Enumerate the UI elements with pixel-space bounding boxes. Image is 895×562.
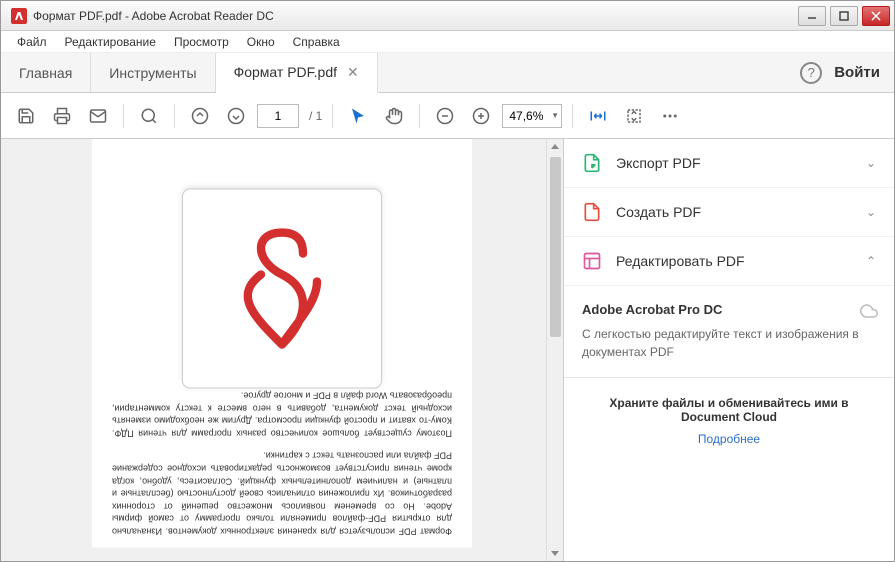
tab-document[interactable]: Формат PDF.pdf ✕ [216,53,378,93]
document-paragraph: Поэтому существует большое количество ра… [112,389,452,439]
zoom-out-icon[interactable] [430,101,460,131]
chevron-down-icon: ⌄ [866,205,876,219]
menu-edit[interactable]: Редактирование [57,33,164,51]
print-icon[interactable] [47,101,77,131]
content-area: Формат PDF используется для хранения эле… [1,139,894,561]
page-down-icon[interactable] [221,101,251,131]
panel-edit-pdf[interactable]: Редактировать PDF ⌃ [564,237,894,286]
page-number-input[interactable] [257,104,299,128]
help-icon[interactable]: ? [800,62,822,84]
menu-view[interactable]: Просмотр [166,33,237,51]
export-pdf-icon [582,153,602,173]
page-up-icon[interactable] [185,101,215,131]
pro-title: Adobe Acrobat Pro DC [582,302,876,317]
document-paragraph: Формат PDF используется для хранения эле… [112,449,452,537]
cloud-icon [860,302,878,320]
document-page: Формат PDF используется для хранения эле… [92,139,472,548]
zoom-select[interactable]: 47,6% [502,104,562,128]
tab-home-label: Главная [19,65,72,81]
pro-description: С легкостью редактируйте текст и изображ… [582,325,876,361]
fit-page-icon[interactable] [619,101,649,131]
zoom-value: 47,6% [509,109,543,123]
window-titlebar: Формат PDF.pdf - Adobe Acrobat Reader DC [1,1,894,31]
menubar: Файл Редактирование Просмотр Окно Справк… [1,31,894,53]
chevron-up-icon: ⌃ [866,254,876,268]
footer-link[interactable]: Подробнее [582,432,876,446]
selection-tool-icon[interactable] [343,101,373,131]
email-icon[interactable] [83,101,113,131]
edit-pdf-icon [582,251,602,271]
panel-export-label: Экспорт PDF [616,155,866,171]
save-icon[interactable] [11,101,41,131]
panel-create-label: Создать PDF [616,204,866,220]
minimize-button[interactable] [798,6,826,26]
tab-document-label: Формат PDF.pdf [234,64,337,80]
adobe-logo-icon [182,189,382,389]
maximize-button[interactable] [830,6,858,26]
scrollbar-thumb[interactable] [550,157,561,337]
tabbar: Главная Инструменты Формат PDF.pdf ✕ ? В… [1,53,894,93]
tools-panel: Экспорт PDF ⌄ Создать PDF ⌄ Редактироват… [564,139,894,561]
document-viewport[interactable]: Формат PDF используется для хранения эле… [1,139,564,561]
window-controls [798,6,890,26]
tab-close-icon[interactable]: ✕ [347,64,359,81]
create-pdf-icon [582,202,602,222]
menu-file[interactable]: Файл [9,33,55,51]
panel-edit-label: Редактировать PDF [616,253,866,269]
tab-home[interactable]: Главная [1,53,91,92]
chevron-down-icon: ⌄ [866,156,876,170]
panel-create-pdf[interactable]: Создать PDF ⌄ [564,188,894,237]
menu-window[interactable]: Окно [239,33,283,51]
page-total-label: / 1 [309,109,322,123]
signin-button[interactable]: Войти [834,64,880,81]
panel-footer: Храните файлы и обменивайтесь ими в Docu… [564,378,894,464]
zoom-in-icon[interactable] [466,101,496,131]
search-icon[interactable] [134,101,164,131]
panel-pro-section: Adobe Acrobat Pro DC С легкостью редакти… [564,286,894,378]
app-icon [11,8,27,24]
vertical-scrollbar[interactable] [546,139,563,561]
menu-help[interactable]: Справка [285,33,348,51]
tab-tools-label: Инструменты [109,65,196,81]
toolbar: / 1 47,6% [1,93,894,139]
panel-export-pdf[interactable]: Экспорт PDF ⌄ [564,139,894,188]
footer-text: Храните файлы и обменивайтесь ими в Docu… [582,396,876,424]
more-tools-icon[interactable] [655,101,685,131]
close-button[interactable] [862,6,890,26]
hand-tool-icon[interactable] [379,101,409,131]
window-title: Формат PDF.pdf - Adobe Acrobat Reader DC [33,9,798,23]
fit-width-icon[interactable] [583,101,613,131]
tab-tools[interactable]: Инструменты [91,53,215,92]
